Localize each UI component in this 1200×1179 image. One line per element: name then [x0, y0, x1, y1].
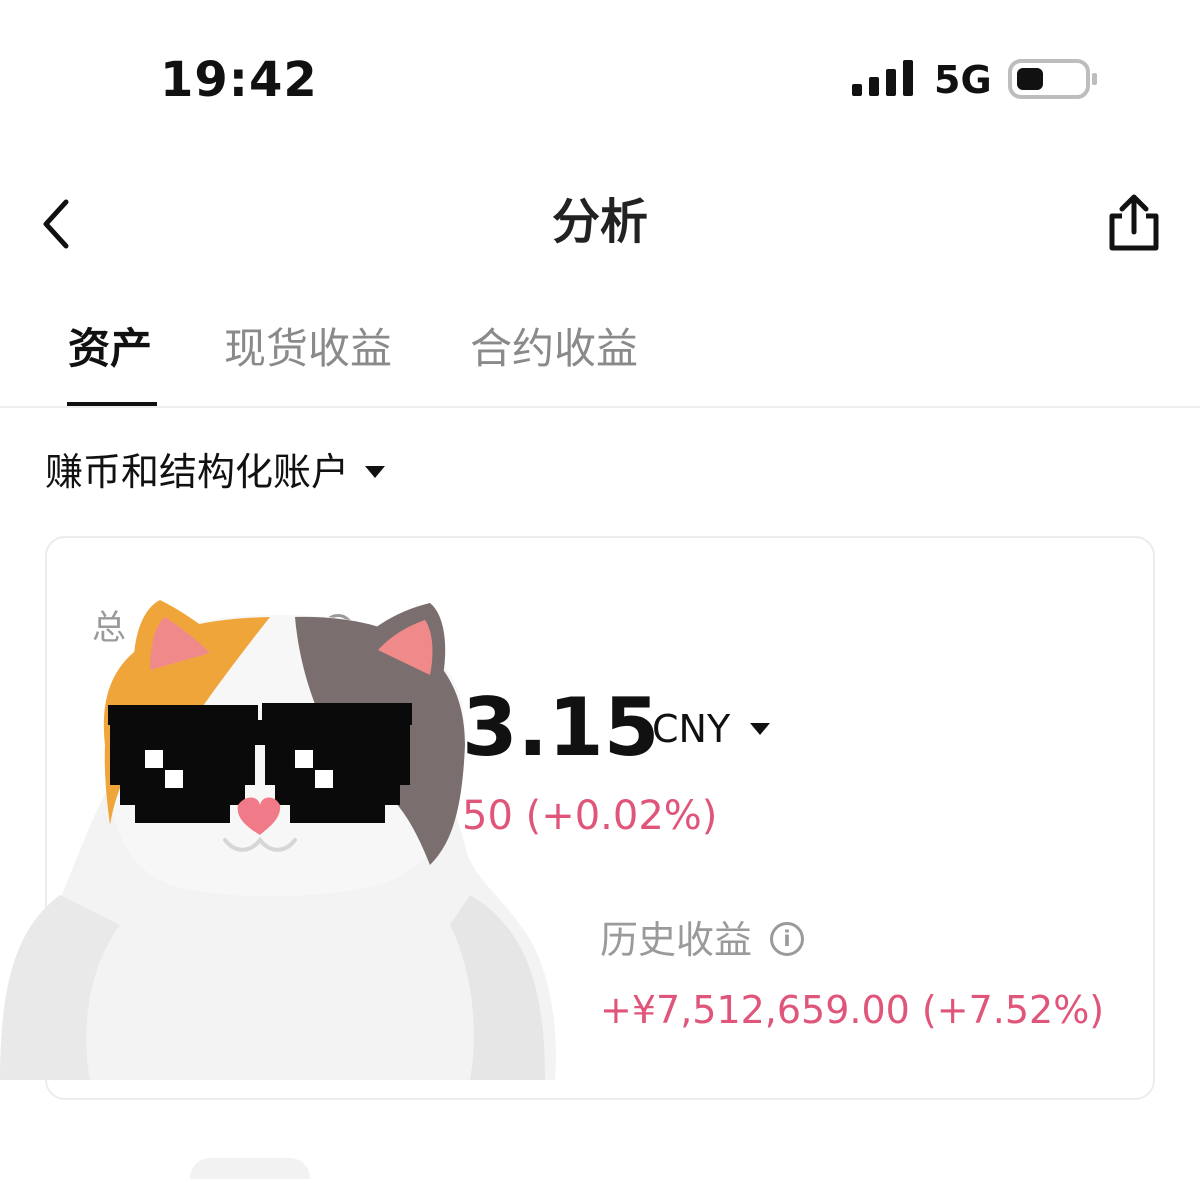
network-type: 5G: [934, 58, 992, 102]
currency-selector[interactable]: CNY: [652, 704, 771, 754]
account-selector-label: 赚币和结构化账户: [45, 450, 350, 494]
battery-icon: [1008, 59, 1097, 99]
history-pnl-label: 历史收益: [600, 918, 753, 962]
page-title: 分析: [551, 194, 648, 250]
signal-strength-icon: [852, 60, 913, 96]
tab-bar: 资产 现货收益 合约收益: [0, 310, 1200, 408]
info-icon: i: [770, 922, 804, 956]
share-button[interactable]: [1106, 192, 1162, 254]
tab-spot-pnl[interactable]: 现货收益: [224, 322, 392, 376]
account-selector[interactable]: 赚币和结构化账户: [45, 444, 386, 500]
bottom-chip: [190, 1158, 310, 1179]
tab-assets[interactable]: 资产: [68, 322, 152, 376]
caret-down-icon: [750, 723, 771, 735]
status-time: 19:42: [160, 52, 318, 108]
tab-futures-pnl[interactable]: 合约收益: [470, 322, 638, 376]
analysis-screen: 19:42 5G 分析 资产 现货收益 合约收益 赚币和结构化账户 总 i 3.…: [0, 0, 1200, 1179]
caret-down-icon: [365, 466, 386, 478]
currency-label: CNY: [652, 707, 731, 751]
history-info-button[interactable]: i: [770, 922, 804, 956]
history-pnl-value: +¥7,512,659.00 (+7.52%): [600, 988, 1105, 1032]
tabs-divider: [0, 406, 1200, 408]
cat-mascot-sticker: [0, 600, 556, 1080]
